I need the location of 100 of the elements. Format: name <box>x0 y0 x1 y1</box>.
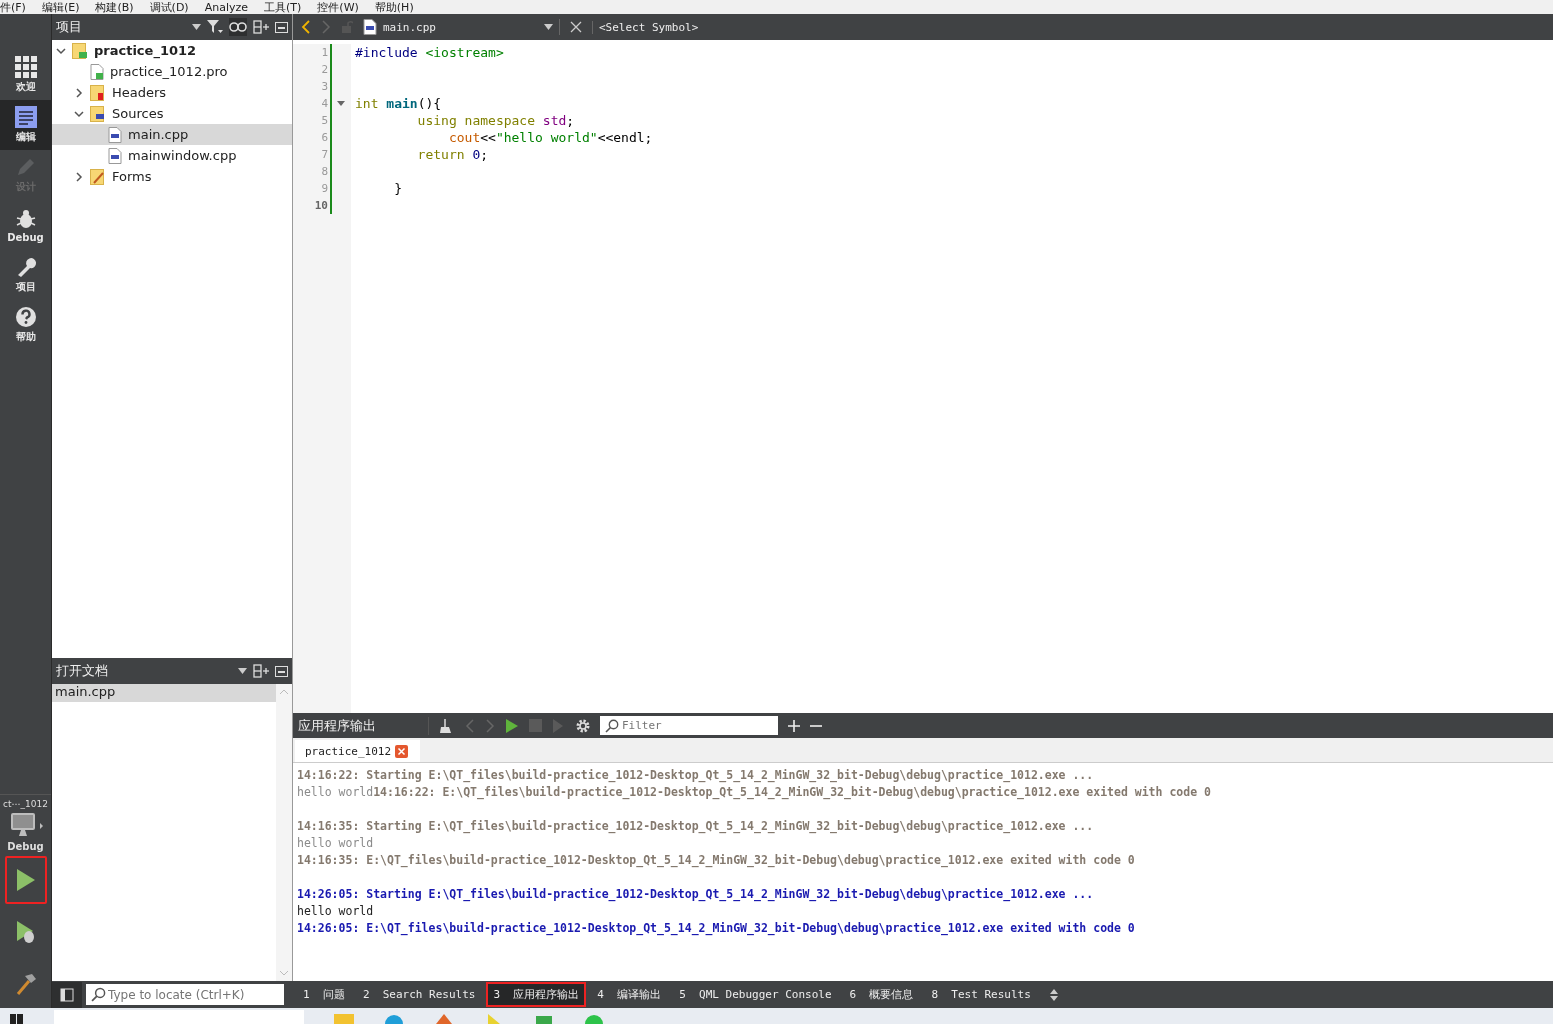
play-bug-icon <box>14 920 37 944</box>
tree-item[interactable]: Forms <box>52 166 292 187</box>
dropdown-icon[interactable] <box>238 668 247 674</box>
line-number: 5 <box>293 112 332 129</box>
output-pane-tab[interactable]: 2 Search Results <box>355 983 483 1006</box>
mode-button[interactable]: 帮助 <box>0 300 51 350</box>
output-tab[interactable]: practice_1012 <box>295 740 421 762</box>
output-pane-tab[interactable]: 1 问题 <box>296 982 352 1007</box>
mode-button[interactable]: 编辑 <box>0 100 51 150</box>
line-number: 6 <box>293 129 332 146</box>
menu-item[interactable]: 编辑(E) <box>41 0 80 14</box>
menu-item[interactable]: 调试(D) <box>149 0 189 14</box>
search-icon <box>605 719 619 733</box>
cpp-file-icon <box>363 19 377 35</box>
menu-item[interactable]: 件(F) <box>0 0 26 14</box>
close-icon[interactable] <box>395 744 409 758</box>
tree-item[interactable]: main.cpp <box>52 124 292 145</box>
line-number: 3 <box>293 78 332 95</box>
help-icon <box>14 306 37 328</box>
output-line: 14:16:22: Starting E:\QT_files\build-practice_1012-Desktop_Qt_5_14_2_MinGW_32_bit-Debug\debug\practice_1012.exe ... <box>297 767 1095 784</box>
line-number: 2 <box>293 61 332 78</box>
locate-field[interactable]: Type to locate (Ctrl+K) <box>86 984 284 1005</box>
tree-item[interactable]: practice_1012 <box>52 40 292 61</box>
close-icon[interactable] <box>570 21 582 33</box>
monitor-icon <box>8 812 43 838</box>
line-number: 4 <box>293 95 332 112</box>
line-number: 8 <box>293 163 332 180</box>
split-icon[interactable] <box>253 664 269 678</box>
app-icon[interactable] <box>534 1014 554 1024</box>
output-pane-tab[interactable]: 5 QML Debugger Console <box>672 983 839 1006</box>
panel-title[interactable]: 打开文档 <box>56 662 232 680</box>
document-icon <box>14 106 37 128</box>
link-icon[interactable] <box>229 18 247 36</box>
run-button[interactable] <box>4 856 47 904</box>
up-down-icon[interactable] <box>1049 988 1058 1001</box>
line-number: 7 <box>293 146 332 163</box>
windows-icon[interactable] <box>10 1014 24 1024</box>
app-icon[interactable] <box>434 1014 454 1024</box>
menu-item[interactable]: 工具(T) <box>264 0 302 14</box>
fold-icon[interactable] <box>337 101 345 106</box>
settings-icon[interactable] <box>576 718 590 733</box>
mode-button[interactable]: 项目 <box>0 250 51 300</box>
menu-item[interactable]: Analyze <box>204 0 249 14</box>
plus-icon[interactable] <box>788 719 800 732</box>
code-line: #include <iostream> <box>355 45 504 60</box>
sidebar-toggle-icon[interactable] <box>52 981 82 1008</box>
menu-item[interactable]: 控件(W) <box>317 0 359 14</box>
output-pane-tab[interactable]: 4 编译输出 <box>590 982 669 1007</box>
dropdown-icon[interactable] <box>192 24 201 30</box>
search-icon <box>91 987 106 1002</box>
play-icon[interactable] <box>505 718 519 733</box>
cpp-file-icon <box>108 126 122 143</box>
project-file-icon <box>90 63 104 80</box>
split-icon[interactable] <box>253 20 269 34</box>
output-line: 14:16:35: E:\QT_files\build-practice_1012-Desktop_Qt_5_14_2_MinGW_32_bit-Debug\debug\practice_1012.exe exited with code 0 <box>297 852 1136 869</box>
kit-selector[interactable]: ct⋯_1012 Debug <box>0 794 51 852</box>
folder-icon <box>90 105 106 122</box>
code-line: } <box>393 181 402 196</box>
tree-item[interactable]: practice_1012.pro <box>52 61 292 82</box>
tree-item[interactable]: Sources <box>52 103 292 124</box>
menu-item[interactable]: 帮助(H) <box>374 0 414 14</box>
project-folder-icon <box>72 42 88 59</box>
chevron-down-icon[interactable] <box>74 108 84 119</box>
menu-item[interactable]: 构建(B) <box>95 0 134 14</box>
folder-icon <box>90 168 106 185</box>
play-icon <box>14 868 37 892</box>
output-pane-tab[interactable]: 3 应用程序输出 <box>486 982 587 1007</box>
back-icon[interactable] <box>301 20 311 34</box>
line-number: 1 <box>293 44 332 61</box>
bug-icon <box>14 207 37 230</box>
code-line: int main(){ <box>355 96 442 111</box>
tree-item[interactable]: mainwindow.cpp <box>52 145 292 166</box>
panel-title[interactable]: 项目 <box>56 18 186 36</box>
close-panel-icon[interactable] <box>275 21 288 33</box>
symbol-selector[interactable]: <Select Symbol> <box>592 20 699 34</box>
output-line: 14:26:05: E:\QT_files\build-practice_1012-Desktop_Qt_5_14_2_MinGW_32_bit-Debug\debug\practice_1012.exe exited with code 0 <box>297 920 1136 937</box>
line-number: 10 <box>293 197 332 214</box>
filter-field[interactable]: Filter <box>600 716 778 735</box>
output-line: 14:26:05: Starting E:\QT_files\build-practice_1012-Desktop_Qt_5_14_2_MinGW_32_bit-Debug\debug\practice_1012.exe ... <box>297 886 1095 903</box>
line-number: 9 <box>293 180 332 197</box>
chevron-down-icon[interactable] <box>56 45 66 56</box>
output-pane-tab[interactable]: 8 Test Results <box>924 983 1038 1006</box>
document-item[interactable]: main.cpp <box>52 684 276 702</box>
close-panel-icon[interactable] <box>275 665 288 677</box>
output-line: hello world <box>297 903 375 920</box>
chevron-right-icon[interactable] <box>74 87 84 98</box>
cpp-file-icon <box>108 147 122 164</box>
mode-button[interactable]: Debug <box>0 200 51 250</box>
dropdown-icon <box>544 24 553 30</box>
output-line: hello world14:16:22: E:\QT_files\build-practice_1012-Desktop_Qt_5_14_2_MinGW_32_bit-Debug\debug\practice_1012.exe exited with code 0 <box>297 784 1212 801</box>
chevron-right-icon[interactable] <box>74 171 84 182</box>
tree-item[interactable]: Headers <box>52 82 292 103</box>
filter-icon[interactable] <box>207 20 223 34</box>
mode-button[interactable]: 欢迎 <box>0 50 51 100</box>
file-selector[interactable]: main.cpp <box>363 19 560 35</box>
folder-icon <box>90 84 106 101</box>
app-icon[interactable] <box>384 1014 404 1024</box>
code-line: cout<<"hello world"<<endl; <box>447 130 653 145</box>
output-title: 应用程序输出 <box>293 716 429 735</box>
output-pane-tab[interactable]: 6 概要信息 <box>842 982 921 1007</box>
